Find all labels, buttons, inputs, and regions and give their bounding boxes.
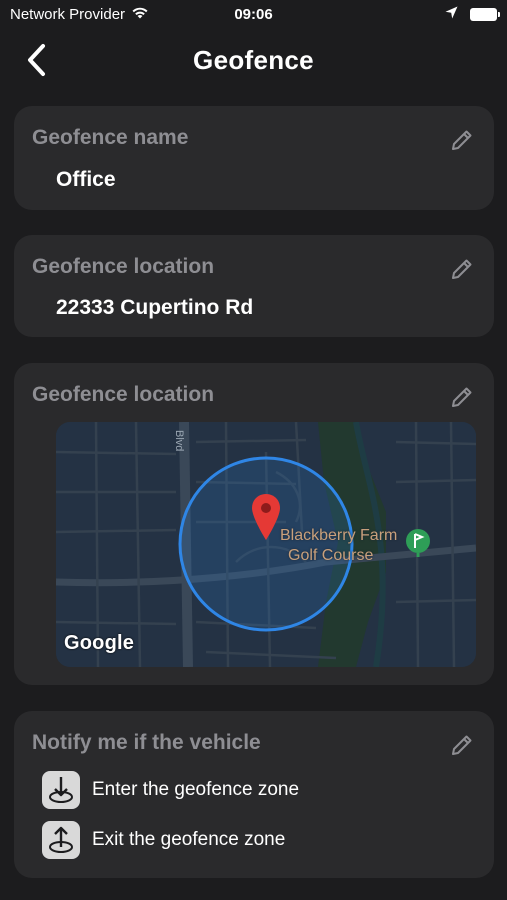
edit-notify-button[interactable] <box>448 731 476 759</box>
map-canvas: Blvd <box>56 422 476 667</box>
edit-map-button[interactable] <box>448 383 476 411</box>
enter-zone-icon <box>42 771 80 809</box>
geofence-name-label: Geofence name <box>32 126 189 149</box>
status-time: 09:06 <box>234 5 273 23</box>
poi-label-line2: Golf Course <box>288 547 374 564</box>
status-right <box>327 6 500 23</box>
street-label: Blvd <box>173 430 185 451</box>
pencil-icon <box>452 387 472 407</box>
notify-option-exit: Exit the geofence zone <box>42 821 285 859</box>
map-view[interactable]: Blvd Blackberry Farm Golf Course Google <box>56 422 476 667</box>
location-arrow-icon <box>445 6 458 23</box>
geofence-location-card: Geofence location 22333 Cupertino Rd <box>14 235 494 337</box>
back-button[interactable] <box>18 42 54 78</box>
notify-option-enter: Enter the geofence zone <box>42 771 299 809</box>
pencil-icon <box>452 735 472 755</box>
geofence-map-card: Geofence location Blvd Blackberry Farm G… <box>14 363 494 685</box>
notify-option-exit-label: Exit the geofence zone <box>92 829 286 850</box>
geofence-name-value: Office <box>56 168 116 191</box>
exit-zone-icon <box>42 821 80 859</box>
edit-name-button[interactable] <box>448 126 476 154</box>
pencil-icon <box>452 259 472 279</box>
status-left: Network Provider <box>10 5 180 23</box>
page-title: Geofence <box>193 44 314 75</box>
wifi-icon <box>131 5 149 23</box>
google-attribution: Google <box>64 632 135 654</box>
geofence-location-label: Geofence location <box>32 255 215 278</box>
chevron-left-icon <box>28 44 45 76</box>
edit-location-button[interactable] <box>448 255 476 283</box>
pencil-icon <box>452 130 472 150</box>
carrier-name: Network Provider <box>10 5 126 23</box>
notify-option-enter-label: Enter the geofence zone <box>92 779 300 800</box>
poi-label[interactable]: Blackberry Farm Golf Course <box>280 526 397 566</box>
poi-label-line1: Blackberry Farm <box>280 527 398 544</box>
navigation-bar: Geofence <box>0 34 507 86</box>
notify-label: Notify me if the vehicle <box>32 731 261 754</box>
geofence-map-label: Geofence location <box>32 383 215 406</box>
geofence-name-card: Geofence name Office <box>14 106 494 210</box>
battery-icon <box>470 7 500 21</box>
geofence-location-value: 22333 Cupertino Rd <box>56 296 254 319</box>
status-bar: Network Provider 09:06 <box>0 0 507 28</box>
